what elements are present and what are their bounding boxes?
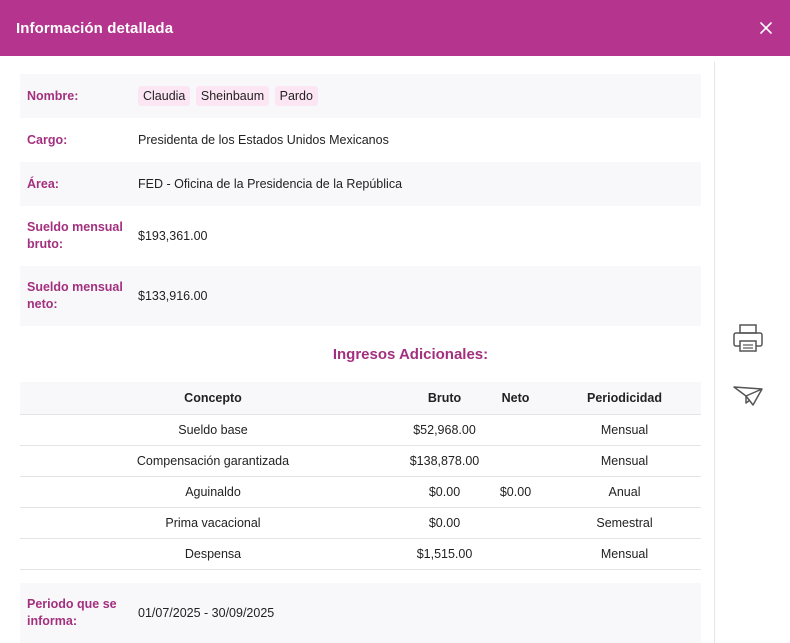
name-chip-maternal: Pardo (274, 86, 318, 106)
value-nombre: Claudia Sheinbaum Pardo (138, 86, 320, 106)
cell-periodicidad: Mensual (548, 445, 701, 477)
row-cargo: Cargo: Presidenta de los Estados Unidos … (20, 118, 701, 162)
cell-concepto: Prima vacacional (20, 507, 406, 539)
cell-periodicidad: Anual (548, 476, 701, 508)
cell-bruto: $138,878.00 (406, 445, 483, 477)
details-panel: Nombre: Claudia Sheinbaum Pardo Cargo: P… (20, 74, 701, 643)
column-header-bruto: Bruto (406, 382, 483, 415)
label-nombre: Nombre: (27, 88, 79, 103)
cell-bruto: $1,515.00 (406, 538, 483, 570)
label-periodo: Periodo que se informa: (27, 596, 117, 628)
cell-periodicidad: Semestral (548, 507, 701, 539)
close-button[interactable] (754, 16, 778, 40)
cell-periodicidad: Mensual (548, 538, 701, 570)
send-button[interactable] (728, 376, 768, 416)
cell-concepto: Aguinaldo (20, 476, 406, 508)
label-cargo: Cargo: (27, 132, 68, 147)
cell-neto (483, 538, 548, 570)
cell-bruto: $0.00 (406, 476, 483, 508)
value-cargo: Presidenta de los Estados Unidos Mexican… (138, 133, 389, 147)
cell-neto: $0.00 (483, 476, 548, 508)
printer-icon (733, 324, 763, 352)
table-row: Prima vacacional $0.00 Semestral (20, 507, 701, 539)
modal-header: Información detallada (0, 0, 790, 56)
label-sueldo-bruto: Sueldo mensual bruto: (27, 220, 123, 251)
cell-concepto: Sueldo base (20, 414, 406, 446)
section-title-ingresos: Ingresos Adicionales: (332, 345, 489, 363)
cell-neto (483, 507, 548, 539)
cell-bruto: $0.00 (406, 507, 483, 539)
column-header-concepto: Concepto (20, 382, 406, 415)
row-area: Área: FED - Oficina de la Presidencia de… (20, 162, 701, 206)
ingresos-table: Concepto Bruto Neto Periodicidad Sueldo … (20, 382, 701, 570)
cell-concepto: Despensa (20, 538, 406, 570)
row-periodo: Periodo que se informa: 01/07/2025 - 30/… (20, 582, 701, 643)
row-sueldo-bruto: Sueldo mensual bruto: $193,361.00 (20, 206, 701, 266)
paper-plane-icon (733, 386, 763, 406)
table-row: Despensa $1,515.00 Mensual (20, 538, 701, 570)
cell-concepto: Compensación garantizada (20, 445, 406, 477)
value-sueldo-neto: $133,916.00 (138, 289, 208, 303)
name-chip-first: Claudia (138, 86, 191, 106)
cell-neto (483, 414, 548, 446)
value-sueldo-bruto: $193,361.00 (138, 229, 208, 243)
close-icon (760, 22, 772, 34)
table-row: Aguinaldo $0.00 $0.00 Anual (20, 476, 701, 508)
value-periodo: 01/07/2025 - 30/09/2025 (138, 605, 275, 620)
modal-title: Información detallada (16, 19, 174, 37)
row-nombre: Nombre: Claudia Sheinbaum Pardo (20, 74, 701, 118)
sidebar-divider (714, 62, 715, 643)
column-header-periodicidad: Periodicidad (548, 382, 701, 415)
label-area: Área: (27, 176, 59, 191)
print-button[interactable] (728, 318, 768, 358)
value-area: FED - Oficina de la Presidencia de la Re… (138, 177, 403, 191)
table-header-row: Concepto Bruto Neto Periodicidad (20, 382, 701, 415)
name-chip-paternal: Sheinbaum (195, 86, 270, 106)
column-header-neto: Neto (483, 382, 548, 415)
side-actions (728, 318, 768, 416)
cell-neto (483, 445, 548, 477)
row-sueldo-neto: Sueldo mensual neto: $133,916.00 (20, 266, 701, 326)
table-row: Compensación garantizada $138,878.00 Men… (20, 445, 701, 477)
label-sueldo-neto: Sueldo mensual neto: (27, 280, 123, 311)
cell-bruto: $52,968.00 (406, 414, 483, 446)
cell-periodicidad: Mensual (548, 414, 701, 446)
table-row: Sueldo base $52,968.00 Mensual (20, 414, 701, 446)
